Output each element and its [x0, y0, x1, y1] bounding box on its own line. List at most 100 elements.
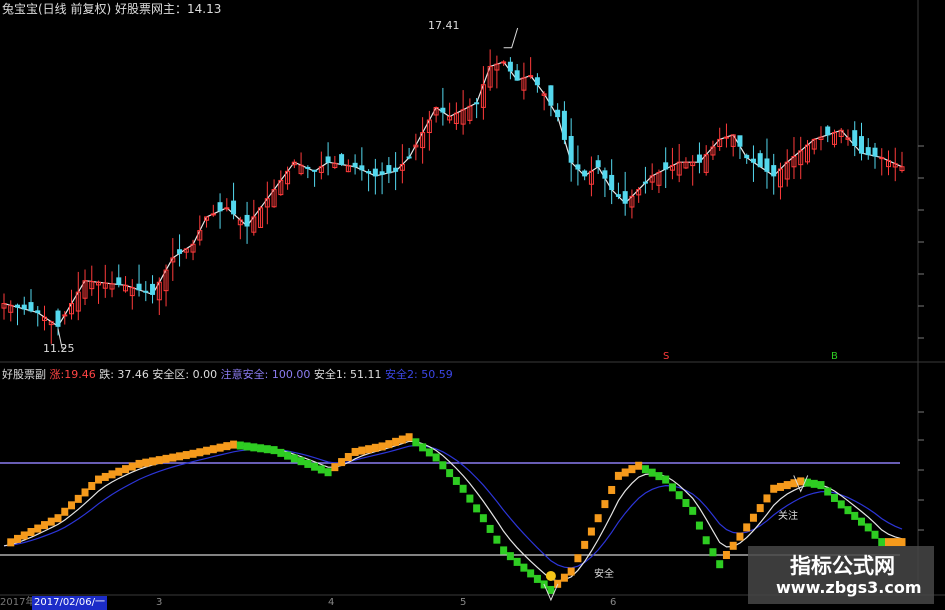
- block-zhang: [560, 573, 568, 582]
- block-zhang: [115, 467, 123, 476]
- candlesticks: [1, 27, 905, 349]
- block-die: [830, 493, 838, 502]
- candle-body: [305, 166, 311, 169]
- candle-body: [231, 200, 237, 215]
- block-die: [284, 451, 292, 460]
- candle-body: [757, 153, 763, 168]
- block-zhang: [722, 551, 730, 559]
- block-zhang: [230, 440, 238, 449]
- block-zhang: [756, 504, 764, 513]
- candle-body: [575, 164, 581, 170]
- block-die: [662, 475, 670, 484]
- candle-body: [393, 167, 399, 172]
- candle-body: [312, 169, 318, 172]
- block-zhang: [797, 477, 805, 486]
- block-zhang: [47, 517, 55, 526]
- block-zhang: [884, 538, 892, 547]
- candle-body: [595, 160, 601, 168]
- candle-body: [143, 290, 149, 293]
- buy-marker: B: [831, 351, 838, 362]
- candle-body: [15, 304, 21, 308]
- watermark: 指标公式网 www.zbgs3.com: [748, 546, 934, 604]
- block-zhang: [574, 554, 582, 563]
- block-zhang: [398, 435, 406, 444]
- block-zhang: [783, 481, 791, 490]
- block-die: [547, 585, 555, 594]
- block-zhang: [34, 524, 42, 533]
- candle-body: [501, 61, 507, 64]
- block-die: [824, 487, 832, 496]
- block-die: [466, 494, 474, 503]
- candle-body: [28, 302, 34, 312]
- block-zhang: [182, 451, 190, 460]
- block-die: [500, 546, 508, 555]
- block-die: [446, 469, 454, 478]
- chart-grid: [0, 0, 945, 596]
- candle-body: [825, 126, 831, 136]
- block-die: [689, 506, 697, 515]
- block-die: [459, 484, 467, 493]
- block-die: [452, 476, 460, 485]
- block-die: [655, 472, 663, 481]
- block-zhang: [385, 440, 393, 449]
- block-zhang: [196, 448, 204, 457]
- block-die: [425, 448, 433, 457]
- block-zhang: [729, 541, 737, 550]
- block-die: [709, 548, 717, 557]
- candle-body: [555, 109, 561, 118]
- block-zhang: [169, 453, 177, 462]
- block-zhang: [371, 443, 379, 452]
- block-die: [277, 448, 285, 457]
- candle-body: [339, 154, 345, 165]
- candle-body: [696, 154, 702, 163]
- indicator-legend: 好股票副 涨:19.46 跌: 37.46 安全区: 0.00 注意安全: 10…: [2, 368, 453, 382]
- candle-body: [622, 191, 628, 204]
- candle-body: [615, 194, 621, 197]
- block-die: [857, 517, 865, 526]
- block-die: [682, 499, 690, 508]
- block-zhang: [176, 452, 184, 461]
- block-zhang: [331, 463, 339, 472]
- block-zhang: [749, 513, 757, 522]
- x-tick: 3: [156, 597, 163, 608]
- candle-body: [474, 102, 480, 105]
- watermark-url: www.zbgs3.com: [776, 578, 922, 597]
- block-zhang: [7, 538, 15, 547]
- block-zhang: [95, 475, 103, 484]
- candle-body: [150, 283, 156, 295]
- candle-body: [325, 156, 331, 163]
- block-zhang: [608, 485, 616, 494]
- block-die: [250, 443, 258, 452]
- block-die: [520, 563, 528, 572]
- x-tick: 4: [328, 597, 335, 608]
- high-price-label: 17.41: [428, 19, 460, 32]
- block-zhang: [203, 446, 211, 455]
- block-zhang: [149, 457, 157, 466]
- candle-body: [177, 249, 183, 254]
- block-zhang: [587, 527, 595, 536]
- signal-dot: [545, 570, 556, 581]
- block-die: [324, 468, 332, 477]
- candle-body: [116, 277, 122, 286]
- indicator-die: 跌: 37.46: [99, 368, 149, 381]
- candle-body: [244, 214, 250, 227]
- candle-body: [561, 110, 567, 140]
- candle-body: [642, 181, 648, 184]
- block-die: [695, 521, 703, 530]
- candle-body: [366, 171, 372, 174]
- block-die: [419, 443, 427, 452]
- block-zhang: [216, 443, 224, 452]
- candle-body: [723, 136, 729, 139]
- block-die: [716, 560, 724, 569]
- block-zhang: [344, 453, 352, 462]
- candle-body: [879, 157, 885, 160]
- x-tick: 5: [460, 597, 467, 608]
- block-die: [311, 462, 319, 471]
- candle-body: [372, 168, 378, 177]
- block-zhang: [614, 471, 622, 480]
- candle-body: [737, 135, 743, 147]
- block-zhang: [405, 433, 413, 442]
- indicator-zhang-label: 涨:: [49, 368, 65, 381]
- block-zhang: [189, 449, 197, 458]
- block-die: [290, 454, 298, 463]
